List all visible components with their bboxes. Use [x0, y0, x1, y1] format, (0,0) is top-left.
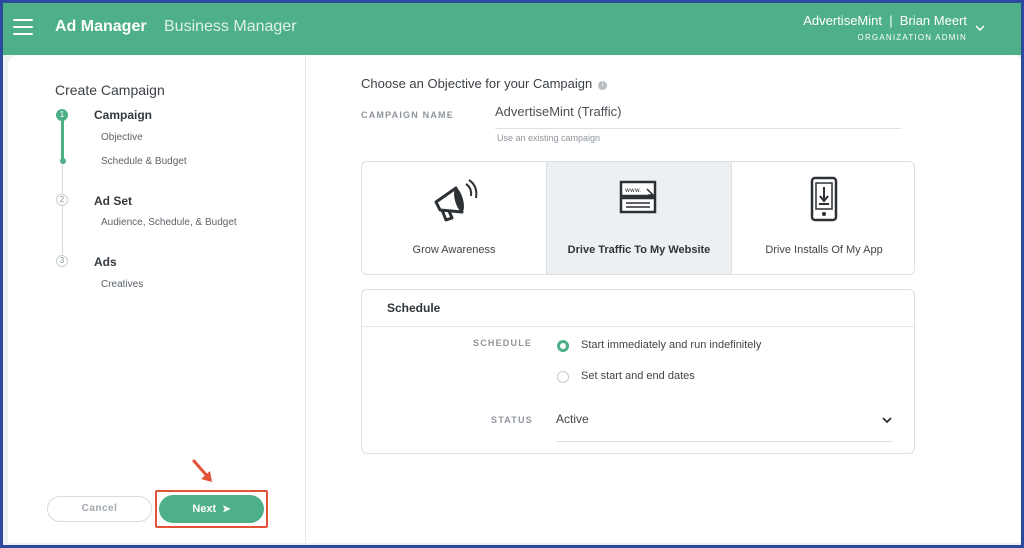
radio-run-indefinitely-label[interactable]: Start immediately and run indefinitely	[581, 339, 761, 351]
substep-audience[interactable]: Audience, Schedule, & Budget	[101, 217, 237, 228]
step-line	[62, 161, 63, 265]
step-3-indicator: 3	[56, 255, 68, 267]
objective-label: Drive Traffic To My Website	[567, 244, 711, 256]
cancel-button[interactable]: Cancel	[47, 496, 152, 522]
account-name[interactable]: AdvertiseMint | Brian Meert	[803, 13, 967, 28]
pointer-arrow-icon	[192, 459, 212, 482]
substep-current-dot	[60, 158, 66, 164]
page-title: Choose an Objective for your Campaign i	[361, 76, 608, 91]
step-ads[interactable]: Ads	[94, 255, 117, 269]
campaign-name-label: CAMPAIGN NAME	[361, 110, 454, 120]
step-1-indicator: 1	[56, 109, 68, 121]
schedule-card: Schedule SCHEDULE Start immediately and …	[361, 289, 915, 454]
existing-campaign-link[interactable]: Use an existing campaign	[497, 133, 600, 143]
campaign-name-field[interactable]: AdvertiseMint (Traffic)	[495, 99, 901, 129]
screenshot-frame: Ad Manager Business Manager AdvertiseMin…	[0, 0, 1024, 548]
radio-set-dates-label[interactable]: Set start and end dates	[581, 370, 695, 382]
status-value: Active	[556, 412, 589, 426]
app-brand[interactable]: Ad Manager	[55, 18, 147, 36]
wizard-sidebar: Create Campaign 1 Campaign Objective Sch…	[8, 55, 306, 543]
objective-drive-traffic[interactable]: www. Drive Traffic To My Website	[547, 162, 731, 274]
page-title-text: Choose an Objective for your Campaign	[361, 76, 593, 91]
objective-grow-awareness[interactable]: Grow Awareness	[362, 162, 546, 274]
substep-objective[interactable]: Objective	[101, 132, 143, 143]
step-progress-line	[61, 117, 64, 161]
chevron-down-icon[interactable]	[973, 21, 987, 35]
step-2-indicator: 2	[56, 194, 68, 206]
megaphone-icon	[434, 179, 478, 222]
objective-label: Drive Installs Of My App	[765, 244, 883, 256]
step-campaign[interactable]: Campaign	[94, 108, 152, 122]
status-label: STATUS	[491, 415, 533, 425]
objective-drive-installs[interactable]: Drive Installs Of My App	[732, 162, 914, 274]
sidebar-title: Create Campaign	[55, 82, 165, 98]
next-button-label: Next	[192, 503, 217, 515]
objective-label: Grow Awareness	[412, 244, 496, 256]
account-role: ORGANIZATION ADMIN	[857, 33, 967, 42]
top-bar: Ad Manager Business Manager AdvertiseMin…	[3, 3, 1021, 55]
content-panel: Create Campaign 1 Campaign Objective Sch…	[8, 55, 1021, 543]
step-ad-set[interactable]: Ad Set	[94, 194, 132, 208]
hamburger-menu-icon[interactable]	[13, 19, 33, 35]
schedule-label: SCHEDULE	[473, 338, 533, 348]
account-menu[interactable]: AdvertiseMint | Brian Meert ORGANIZATION…	[803, 13, 967, 42]
www-glyph: www.	[625, 187, 641, 194]
substep-schedule-budget[interactable]: Schedule & Budget	[101, 156, 187, 167]
phone-download-icon	[810, 176, 838, 222]
info-icon[interactable]: i	[598, 81, 608, 90]
business-manager-link[interactable]: Business Manager	[164, 18, 297, 36]
arrow-right-icon: ➤	[222, 504, 231, 515]
radio-run-indefinitely[interactable]	[557, 340, 569, 352]
status-dropdown[interactable]: Active	[556, 404, 893, 442]
chevron-down-icon	[882, 417, 892, 424]
objective-selector: Grow Awareness www. Drive Traffic To My …	[361, 161, 915, 275]
schedule-header: Schedule	[362, 290, 914, 327]
substep-creatives[interactable]: Creatives	[101, 279, 143, 290]
browser-window-icon: www.	[619, 180, 657, 214]
radio-set-dates[interactable]	[557, 371, 569, 383]
next-button[interactable]: Next ➤	[159, 495, 264, 523]
schedule-title: Schedule	[387, 301, 441, 315]
